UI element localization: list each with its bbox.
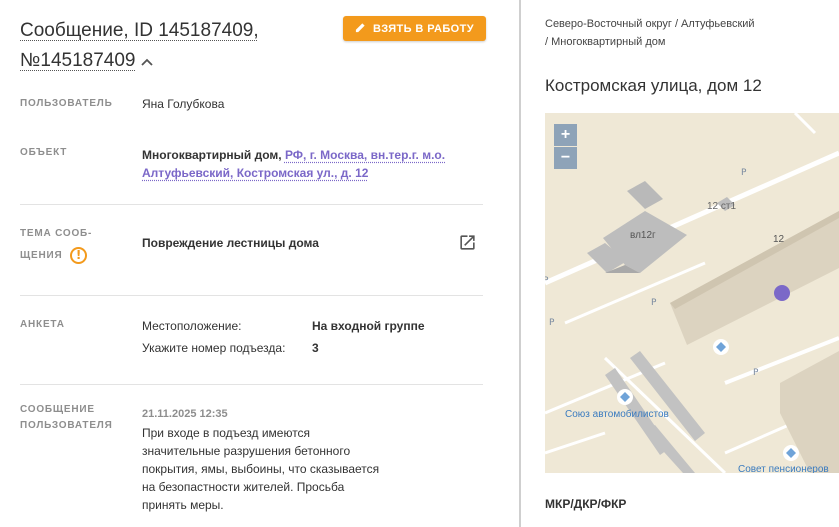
object-address-link-1[interactable]: РФ, г. Москва, вн.тер.г. м.о. [285, 148, 445, 162]
map-label-building: 12 [773, 234, 785, 245]
divider [20, 384, 483, 385]
parking-label: P [741, 168, 747, 178]
form-question-1: Местоположение: [142, 319, 242, 333]
parking-label: P [545, 276, 549, 286]
user-value: Яна Голубкова [142, 97, 225, 111]
message-line: на безопастности жителей. Просьба [142, 480, 345, 494]
message-line: покрытия, ямы, выбоины, что сказывается [142, 462, 380, 476]
chevron-up-icon[interactable] [141, 46, 154, 76]
breadcrumb: Северо-Восточный округ / Алтуфьевский / … [545, 15, 825, 51]
message-label-line-2: ПОЛЬЗОВАТЕЛЯ [20, 420, 113, 431]
map-label-building: вл12г [630, 230, 656, 241]
form-answer-1: На входной группе [312, 319, 425, 333]
map-label-building: 12 ст1 [707, 201, 737, 212]
topic-label-line-2: ЩЕНИЯ [20, 250, 63, 261]
object-type: Многоквартирный дом, [142, 148, 282, 162]
take-to-work-button[interactable]: ВЗЯТЬ В РАБОТУ [343, 16, 486, 41]
pencil-icon [355, 22, 366, 36]
title-line-1: Сообщение, ID 145187409, [20, 20, 259, 41]
form-answer-2: 3 [312, 341, 319, 355]
parking-label: P [549, 318, 555, 328]
zoom-out-button[interactable]: − [554, 147, 577, 169]
user-label: ПОЛЬЗОВАТЕЛЬ [20, 98, 113, 109]
map-label-poi[interactable]: Союз автомобилистов [565, 409, 669, 420]
breadcrumb-line-1[interactable]: Северо-Восточный округ / Алтуфьевский [545, 18, 755, 30]
breadcrumb-line-2[interactable]: / Многоквартирный дом [545, 36, 665, 48]
object-panel: Северо-Восточный округ / Алтуфьевский / … [521, 0, 839, 527]
divider [20, 204, 483, 205]
object-value: Многоквартирный дом, РФ, г. Москва, вн.т… [142, 146, 445, 182]
object-label: ОБЪЕКТ [20, 147, 68, 158]
zoom-in-button[interactable]: + [554, 124, 577, 146]
object-address-link-2[interactable]: Алтуфьевский, Костромская ул., д. 12 [142, 166, 368, 180]
message-label-line-1: СООБЩЕНИЕ [20, 404, 95, 415]
mkr-dkr-fkr-label: МКР/ДКР/ФКР [545, 497, 627, 511]
message-line: принять меры. [142, 498, 224, 512]
map-label-poi[interactable]: Совет пенсионеров [738, 464, 829, 473]
divider [20, 295, 483, 296]
topic-label-line-1: ТЕМА СООБ- [20, 228, 93, 239]
message-panel: Сообщение, ID 145187409, №145187409 ВЗЯТ… [0, 0, 519, 527]
topic-value: Повреждение лестницы дома [142, 236, 319, 250]
message-label: СООБЩЕНИЕ ПОЛЬЗОВАТЕЛЯ [20, 402, 113, 434]
title-line-2: №145187409 [20, 50, 136, 72]
message-line: При входе в подъезд имеются [142, 426, 311, 440]
external-link-icon[interactable] [458, 233, 477, 257]
take-to-work-label: ВЗЯТЬ В РАБОТУ [373, 22, 474, 35]
message-date: 21.11.2025 12:35 [142, 408, 228, 420]
topic-label: ТЕМА СООБ- ЩЕНИЯ! [20, 223, 92, 267]
message-line: значительные разрушения бетонного [142, 444, 351, 458]
form-question-2: Укажите номер подъезда: [142, 341, 286, 355]
warning-icon: ! [70, 246, 88, 264]
form-label: АНКЕТА [20, 319, 65, 330]
parking-label: P [651, 298, 657, 308]
parking-label: P [753, 368, 759, 378]
message-text: При входе в подъезд имеются значительные… [142, 424, 379, 514]
page-title: Сообщение, ID 145187409, №145187409 [20, 16, 320, 76]
object-location-marker [774, 285, 790, 301]
map[interactable]: P P P P P вл12г 12 ст1 12 Союз автомобил… [545, 113, 839, 473]
object-address-title: Костромская улица, дом 12 [545, 76, 762, 95]
